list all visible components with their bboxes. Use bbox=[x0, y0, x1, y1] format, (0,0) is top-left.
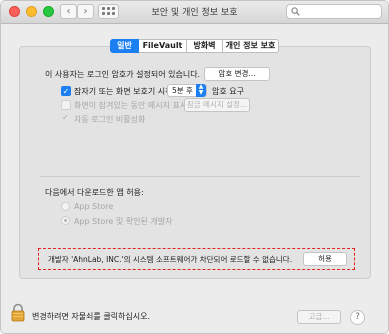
change-password-button[interactable]: 암호 변경... bbox=[204, 67, 270, 81]
app-store-identified-radio[interactable] bbox=[61, 216, 70, 225]
tab-general[interactable]: 일반 bbox=[110, 39, 139, 53]
advanced-button[interactable]: 고급... bbox=[297, 310, 341, 324]
window-title: 보안 및 개인 정보 보호 bbox=[151, 8, 238, 18]
password-delay-value: 5분 후 bbox=[172, 86, 193, 95]
forward-button[interactable]: › bbox=[77, 4, 94, 19]
zoom-window-button[interactable] bbox=[43, 6, 54, 17]
disable-auto-login-label[interactable]: 자동 로그인 비활성화 bbox=[74, 114, 145, 125]
blocked-software-message: 개발자 'AhnLab, INC.'의 시스템 소프트웨어가 차단되어 로드할 … bbox=[48, 255, 293, 264]
title-bar: ‹ › 보안 및 개인 정보 보호 bbox=[1, 1, 388, 24]
app-store-label: App Store bbox=[74, 202, 114, 211]
close-window-button[interactable] bbox=[9, 6, 20, 17]
tab-filevault[interactable]: FileVault bbox=[139, 39, 187, 53]
lock-icon[interactable] bbox=[11, 303, 25, 322]
password-status-text: 이 사용자는 로그인 암호가 설정되어 있습니다. bbox=[45, 70, 201, 79]
require-password-label: 잠자기 또는 화면 보호기 시작 bbox=[74, 87, 173, 96]
show-message-checkbox[interactable] bbox=[61, 100, 71, 110]
blocked-software-highlight: 개발자 'AhnLab, INC.'의 시스템 소프트웨어가 차단되어 로드할 … bbox=[38, 248, 355, 270]
tab-privacy[interactable]: 개인 정보 보호 bbox=[223, 39, 279, 53]
show-all-grid-icon[interactable] bbox=[98, 4, 119, 19]
require-password-suffix: 암호 요구 bbox=[212, 87, 244, 96]
lock-instruction-text: 변경하려면 자물쇠를 클릭하십시오. bbox=[32, 312, 151, 321]
system-preferences-window: ‹ › 보안 및 개인 정보 보호 일반 FileVault 방화벽 개인 정보… bbox=[0, 0, 389, 334]
tab-firewall[interactable]: 방화벽 bbox=[187, 39, 223, 53]
stepper-arrows-icon: ▲ ▼ bbox=[196, 84, 206, 97]
back-button[interactable]: ‹ bbox=[60, 4, 77, 19]
search-icon bbox=[291, 7, 300, 16]
allow-button[interactable]: 허용 bbox=[303, 252, 347, 266]
require-password-checkbox[interactable]: ✓ bbox=[61, 86, 71, 96]
tab-bar: 일반 FileVault 방화벽 개인 정보 보호 bbox=[110, 39, 279, 53]
app-store-radio[interactable] bbox=[61, 202, 70, 211]
section-divider bbox=[40, 176, 360, 177]
set-lock-message-button[interactable]: 잠금 메시지 설정... bbox=[184, 98, 250, 112]
password-delay-select[interactable]: 5분 후 ▲ ▼ bbox=[167, 84, 207, 97]
app-store-identified-label: App Store 및 확인된 개발자 bbox=[74, 217, 173, 226]
help-button[interactable]: ? bbox=[350, 310, 365, 325]
general-pane: 이 사용자는 로그인 암호가 설정되어 있습니다. 암호 변경... ✓ 잠자기… bbox=[19, 46, 371, 279]
checkmark-icon: ✓ bbox=[62, 113, 69, 122]
download-apps-heading: 다음에서 다운로드한 앱 허용: bbox=[45, 188, 144, 197]
minimize-window-button[interactable] bbox=[26, 6, 37, 17]
show-message-label: 화면이 잠겨있는 동안 메시지 표시 bbox=[74, 101, 188, 110]
search-field[interactable] bbox=[286, 4, 382, 19]
